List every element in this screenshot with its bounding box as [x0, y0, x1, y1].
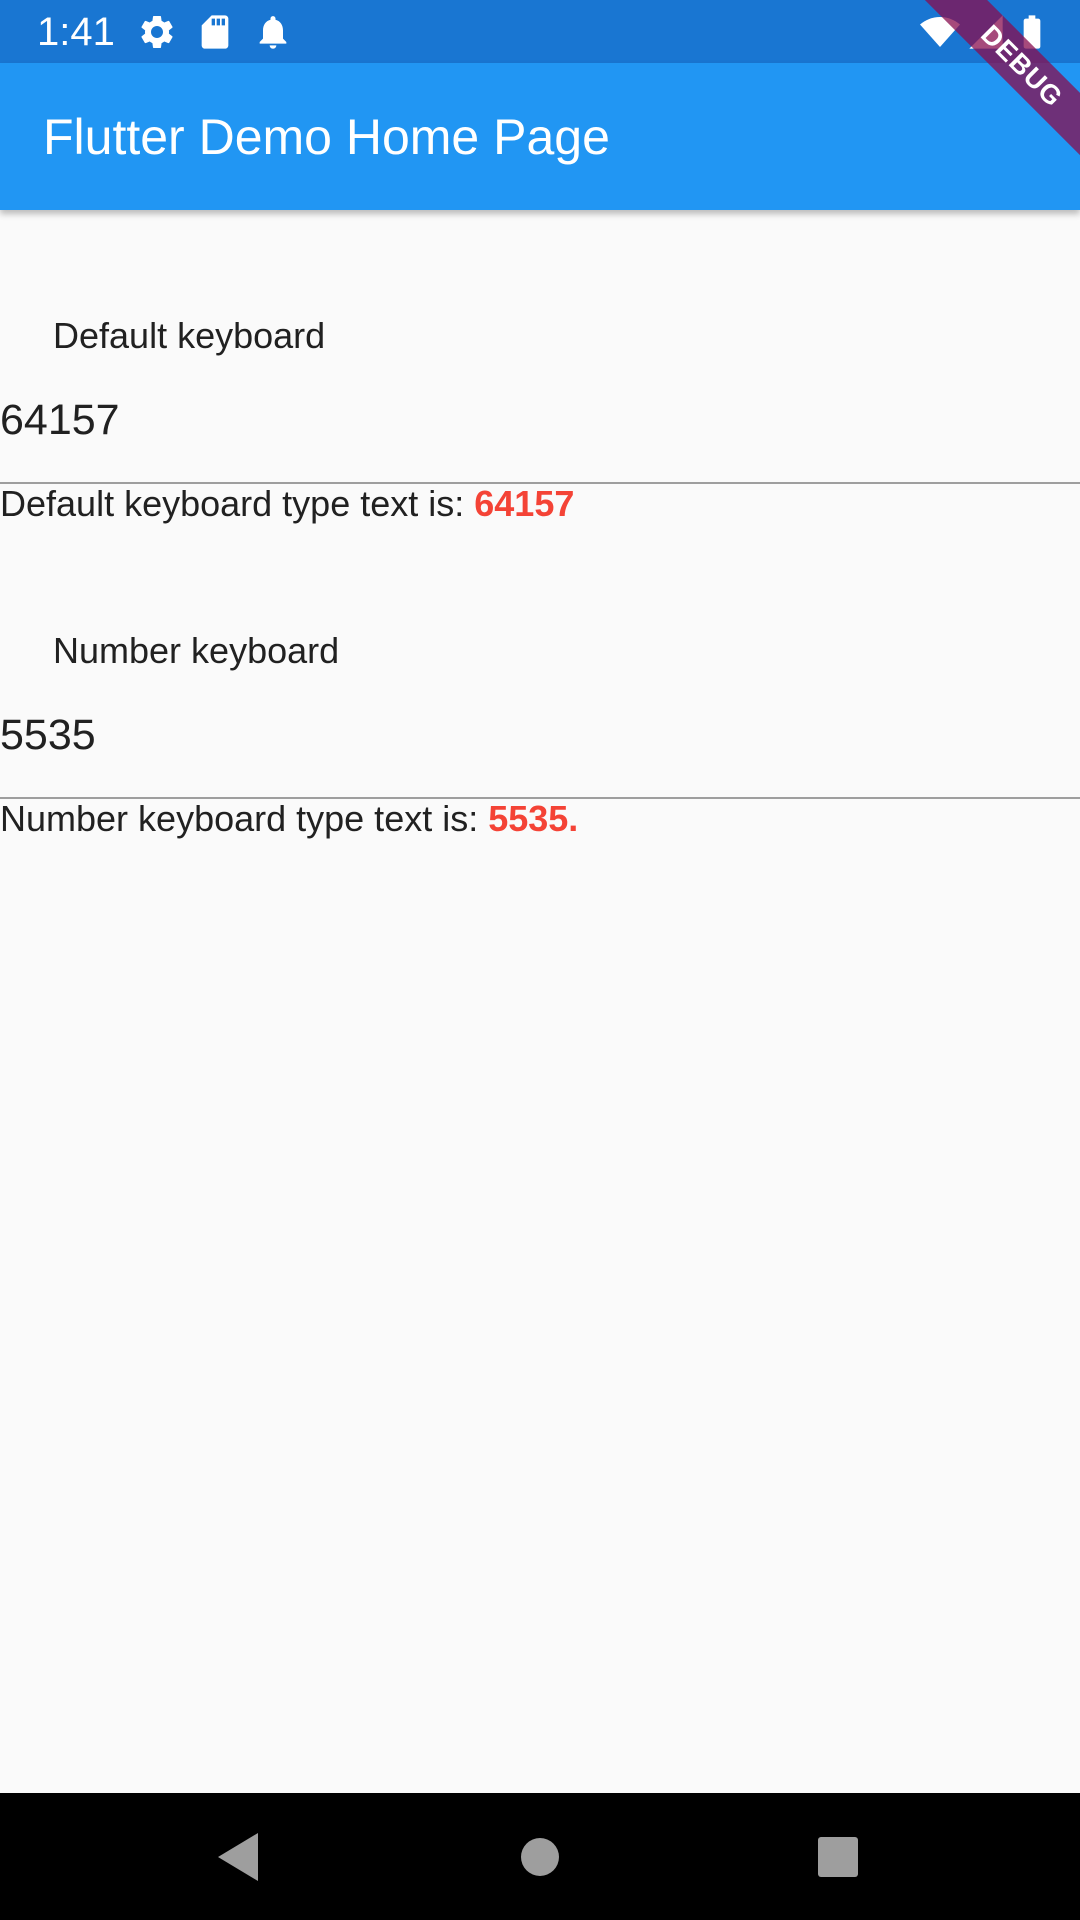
cell-signal-icon: [969, 15, 1003, 49]
app-bar: Flutter Demo Home Page: [0, 63, 1080, 210]
recents-icon[interactable]: [806, 1825, 870, 1889]
default-keyboard-input[interactable]: [0, 394, 1080, 446]
default-keyboard-result-prefix: Default keyboard type text is:: [0, 483, 475, 524]
app-screen: 1:41 Flutter Demo Home Page DEBUG Defaul…: [0, 0, 1080, 1920]
number-keyboard-result: Number keyboard type text is: 5535.: [0, 797, 578, 841]
back-icon[interactable]: [206, 1825, 270, 1889]
status-time: 1:41: [37, 10, 115, 54]
navigation-bar: [0, 1793, 1080, 1920]
number-keyboard-input[interactable]: [0, 709, 1080, 761]
number-keyboard-label: Number keyboard: [53, 630, 340, 671]
default-keyboard-result-value: 64157: [474, 483, 575, 524]
bell-icon: [259, 16, 287, 49]
default-keyboard-label: Default keyboard: [53, 315, 326, 356]
sd-card-icon: [201, 15, 229, 49]
status-bar: 1:41: [0, 0, 1080, 63]
default-keyboard-result: Default keyboard type text is: 64157: [0, 482, 574, 526]
number-keyboard-field: Number keyboard Number keyboard type tex…: [0, 615, 1080, 845]
gear-icon: [141, 15, 173, 48]
battery-icon: [1023, 15, 1041, 49]
number-keyboard-result-prefix: Number keyboard type text is:: [0, 798, 489, 839]
app-bar-title: Flutter Demo Home Page: [43, 109, 610, 165]
default-keyboard-field: Default keyboard Default keyboard type t…: [0, 300, 1080, 530]
home-icon[interactable]: [508, 1825, 572, 1889]
number-keyboard-result-value: 5535.: [488, 798, 579, 839]
wifi-icon: [920, 17, 960, 47]
